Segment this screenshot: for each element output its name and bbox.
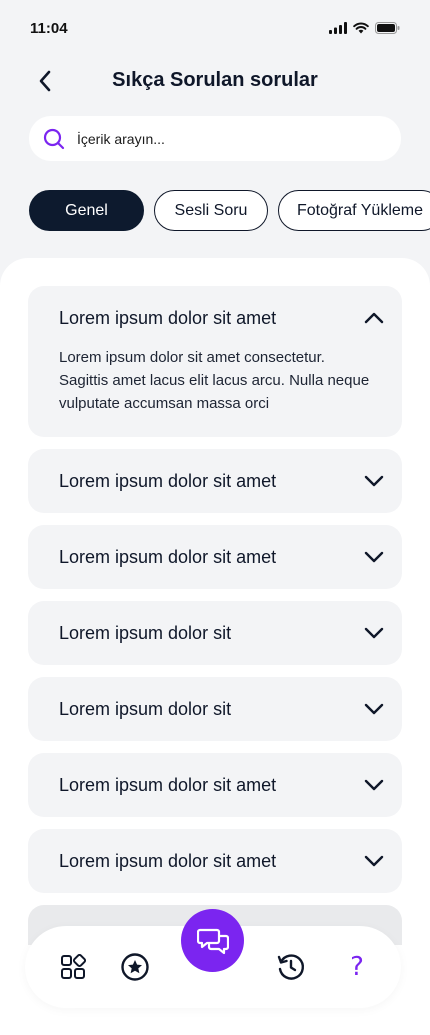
nav-favorites-button[interactable] — [120, 952, 150, 982]
category-chips: Genel Sesli Soru Fotoğraf Yükleme — [29, 190, 430, 232]
faq-question: Lorem ipsum dolor sit — [59, 622, 232, 643]
chevron-down-icon[interactable] — [364, 475, 384, 487]
search-input[interactable] — [77, 130, 367, 147]
faq-question: Lorem ipsum dolor sit — [59, 698, 232, 719]
nav-home-button[interactable] — [58, 952, 88, 982]
status-time: 11:04 — [30, 19, 68, 37]
star-icon — [121, 953, 149, 981]
faq-question: Lorem ipsum dolor sit amet — [59, 546, 277, 567]
chevron-down-icon[interactable] — [364, 703, 384, 715]
faq-header[interactable]: Lorem ipsum dolor sit amet — [28, 286, 402, 350]
battery-icon — [375, 22, 400, 34]
status-icons — [329, 22, 400, 34]
faq-item[interactable]: Lorem ipsum dolor sit amet Lorem ipsum d… — [28, 286, 402, 437]
faq-header[interactable]: Lorem ipsum dolor sit amet — [28, 829, 402, 893]
faq-question: Lorem ipsum dolor sit amet — [59, 470, 277, 491]
chevron-down-icon[interactable] — [364, 855, 384, 867]
faq-item[interactable]: Lorem ipsum dolor sit — [28, 677, 402, 741]
chevron-up-icon[interactable] — [364, 312, 384, 324]
faq-item[interactable]: Lorem ipsum dolor sit amet — [28, 525, 402, 589]
faq-item[interactable]: Lorem ipsum dolor sit amet — [28, 449, 402, 513]
history-icon — [277, 954, 304, 980]
nav-history-button[interactable] — [276, 952, 306, 982]
chevron-down-icon[interactable] — [364, 627, 384, 639]
chat-fab-button[interactable] — [181, 909, 244, 972]
faq-header[interactable]: Lorem ipsum dolor sit amet — [28, 449, 402, 513]
faq-header[interactable]: Lorem ipsum dolor sit amet — [28, 525, 402, 589]
chip-fotograf-yukleme[interactable]: Fotoğraf Yükleme — [278, 190, 430, 231]
faq-answer: Lorem ipsum dolor sit amet consectetur. … — [59, 349, 370, 412]
status-bar: 11:04 — [0, 0, 430, 56]
signal-icon — [329, 22, 347, 34]
chip-genel[interactable]: Genel — [29, 190, 144, 231]
grid-icon — [61, 954, 86, 979]
search-icon — [43, 128, 65, 149]
faq-question: Lorem ipsum dolor sit amet — [59, 307, 277, 328]
wifi-icon — [353, 22, 369, 34]
page-title: Sıkça Sorulan sorular — [112, 68, 318, 91]
header: Sıkça Sorulan sorular — [0, 56, 430, 104]
back-button[interactable] — [30, 66, 60, 96]
faq-header[interactable]: Lorem ipsum dolor sit amet — [28, 753, 402, 817]
faq-header[interactable]: Lorem ipsum dolor sit — [28, 601, 402, 665]
faq-header[interactable]: Lorem ipsum dolor sit — [28, 677, 402, 741]
nav-help-button[interactable]: ? — [342, 952, 372, 982]
faq-item[interactable]: Lorem ipsum dolor sit amet — [28, 753, 402, 817]
help-icon: ? — [350, 952, 364, 982]
chevron-down-icon[interactable] — [364, 551, 384, 563]
faq-question: Lorem ipsum dolor sit amet — [59, 850, 277, 871]
faq-question: Lorem ipsum dolor sit amet — [59, 774, 277, 795]
faq-item[interactable]: Lorem ipsum dolor sit — [28, 601, 402, 665]
chevron-down-icon[interactable] — [364, 779, 384, 791]
chip-sesli-soru[interactable]: Sesli Soru — [154, 190, 268, 231]
back-arrow-icon — [39, 70, 51, 92]
chat-icon — [196, 928, 229, 954]
search-bar[interactable] — [29, 116, 401, 161]
faq-list: Lorem ipsum dolor sit amet Lorem ipsum d… — [28, 286, 402, 893]
faq-item[interactable]: Lorem ipsum dolor sit amet — [28, 829, 402, 893]
